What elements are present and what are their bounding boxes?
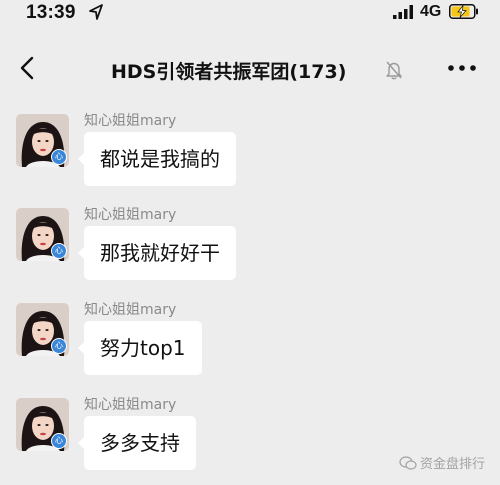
- network-type: 4G: [420, 3, 442, 20]
- sender-name: 知心姐姐mary: [84, 397, 177, 413]
- avatar[interactable]: 心: [16, 208, 69, 261]
- status-time: 13:39: [26, 2, 76, 23]
- message-item: 心 知心姐姐mary 那我就好好干: [0, 194, 500, 284]
- avatar-badge: 心: [51, 243, 67, 259]
- chat-title: HDS引领者共振军团(173): [111, 61, 347, 83]
- avatar-badge: 心: [51, 338, 67, 354]
- watermark: 资金盘排行: [399, 453, 485, 473]
- avatar[interactable]: 心: [16, 398, 69, 451]
- wechat-icon: [399, 456, 417, 470]
- sender-name: 知心姐姐mary: [84, 302, 177, 318]
- location-arrow-icon: [89, 4, 103, 20]
- battery-charging-icon: [449, 4, 478, 19]
- status-bar: 13:39 4G: [0, 0, 500, 26]
- chevron-left-icon[interactable]: [14, 54, 42, 82]
- avatar-badge: 心: [51, 149, 67, 165]
- signal-icon: [393, 5, 413, 19]
- avatar[interactable]: 心: [16, 114, 69, 167]
- message-bubble[interactable]: 那我就好好干: [78, 226, 236, 280]
- message-bubble[interactable]: 努力top1: [78, 321, 202, 375]
- bell-muted-icon: [386, 61, 402, 80]
- sender-name: 知心姐姐mary: [84, 113, 177, 129]
- avatar-badge: 心: [51, 433, 67, 449]
- message-item: 心 知心姐姐mary 都说是我搞的: [0, 100, 500, 190]
- sender-name: 知心姐姐mary: [84, 207, 177, 223]
- message-bubble[interactable]: 都说是我搞的: [78, 132, 236, 186]
- more-dots-icon[interactable]: [446, 58, 478, 78]
- watermark-text: 资金盘排行: [420, 457, 486, 472]
- avatar[interactable]: 心: [16, 303, 69, 356]
- chat-header: HDS引领者共振军团(173): [0, 40, 500, 96]
- message-item: 心 知心姐姐mary 努力top1: [0, 289, 500, 379]
- message-bubble[interactable]: 多多支持: [78, 416, 196, 470]
